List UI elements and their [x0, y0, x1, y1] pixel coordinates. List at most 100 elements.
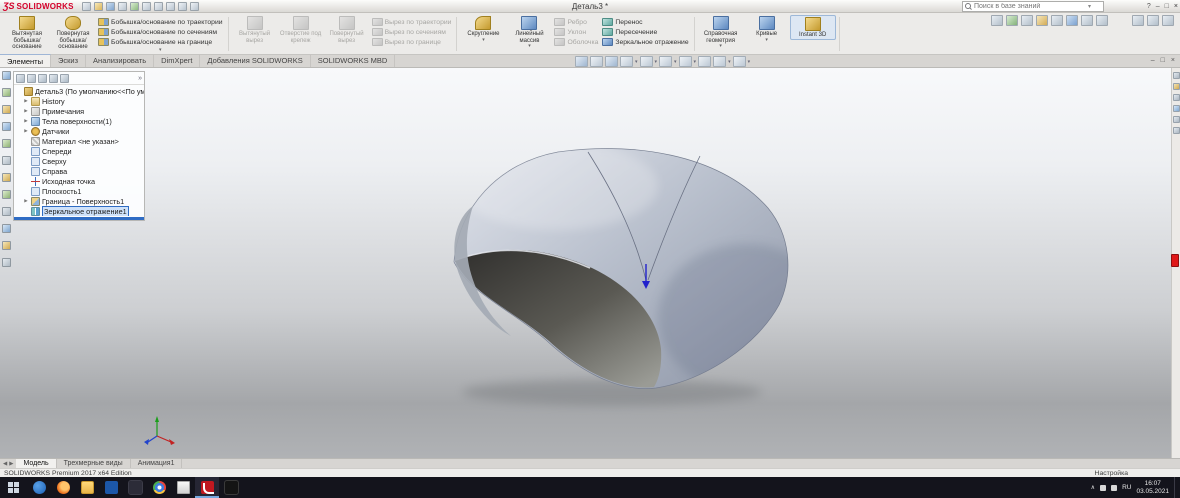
boss-stack-dropdown-icon[interactable]: ▾ [96, 47, 225, 53]
taskbar-clock[interactable]: 16:07 03.05.2021 [1136, 480, 1169, 495]
tree-item-origin[interactable]: Исходная точка [14, 176, 144, 186]
dimxpertmanager-tab-icon[interactable] [49, 73, 58, 83]
select-icon[interactable] [153, 1, 163, 11]
tray-expand-icon[interactable]: ∧ [1091, 484, 1095, 491]
fullscreen-icon[interactable] [1162, 15, 1174, 26]
swept-boss-button[interactable]: Бобышка/основание по траектории [96, 17, 225, 27]
intersect-button[interactable]: Пересечение [600, 27, 690, 37]
tree-item-history[interactable]: ▶ History [14, 96, 144, 106]
taskbar-chrome-icon[interactable] [147, 477, 171, 498]
annotation-view-icon[interactable] [1066, 15, 1078, 26]
file-explorer-panel-icon[interactable] [1172, 94, 1180, 101]
view-palette-icon[interactable] [1172, 105, 1180, 112]
customize-button[interactable]: Настройка [1095, 470, 1128, 477]
linear-pattern-button[interactable]: Линейный массив ▾ [506, 15, 552, 49]
open-icon[interactable] [93, 1, 103, 11]
restore-button[interactable]: □ [1165, 3, 1169, 10]
tree-item-surface-bodies[interactable]: ▶ Тела поверхности(1) [14, 116, 144, 126]
split-view-icon[interactable] [1132, 15, 1144, 26]
displaymanager-tab-icon[interactable] [60, 73, 69, 83]
pane-icon[interactable] [1147, 15, 1159, 26]
undo-icon[interactable] [129, 1, 139, 11]
display-settings-icon[interactable] [991, 15, 1003, 26]
zoom-fit-icon[interactable] [575, 56, 588, 67]
doc-close-icon[interactable]: × [1171, 57, 1175, 64]
dimension-tool-icon[interactable] [2, 105, 11, 114]
file-properties-icon[interactable] [177, 1, 187, 11]
configurationmanager-tab-icon[interactable] [38, 73, 47, 83]
measure-tool-icon[interactable] [2, 224, 11, 233]
mirror-button[interactable]: Зеркальное отражение [600, 37, 690, 47]
boundary-boss-button[interactable]: Бобышка/основание на границе [96, 37, 225, 47]
tree-item-annotations[interactable]: ▶ Примечания [14, 106, 144, 116]
pattern-dropdown-icon[interactable]: ▾ [528, 44, 531, 49]
tab-3d-views[interactable]: Трехмерные виды [57, 458, 131, 469]
taskbar-browser-icon[interactable] [27, 477, 51, 498]
tree-item-right-plane[interactable]: Справа [14, 166, 144, 176]
revolved-boss-button[interactable]: Повернутая бобышка/основание [50, 15, 96, 51]
fillet-dropdown-icon[interactable]: ▾ [482, 37, 485, 43]
pattern-tool-icon[interactable] [2, 207, 11, 216]
tab-dimxpert[interactable]: DimXpert [154, 54, 201, 67]
taskbar-file-explorer-icon[interactable] [75, 477, 99, 498]
surface-model[interactable] [453, 142, 834, 392]
start-button[interactable] [0, 477, 27, 498]
search-input[interactable] [974, 3, 1086, 10]
taskbar-documents-icon[interactable] [171, 477, 195, 498]
taskbar-app-icon[interactable] [123, 477, 147, 498]
tree-item-boundary-surface[interactable]: ▶ Граница - Поверхность1 [14, 196, 144, 206]
taskbar-solidworks-icon[interactable] [195, 477, 219, 498]
doc-minimize-icon[interactable]: – [1151, 57, 1155, 64]
tab-scroll-left-icon[interactable]: ◀ [3, 461, 7, 467]
appearance-tool-icon[interactable] [2, 258, 11, 267]
tree-item-mirror1[interactable]: Зеркальное отражение1 [14, 206, 144, 216]
doc-restore-icon[interactable]: □ [1161, 57, 1165, 64]
view-orientation-icon[interactable] [639, 56, 653, 67]
camera-icon[interactable] [1051, 15, 1063, 26]
convert-tool-icon[interactable] [2, 156, 11, 165]
tab-features[interactable]: Элементы [0, 54, 51, 67]
language-indicator[interactable]: RU [1122, 484, 1131, 491]
tree-item-top-plane[interactable]: Сверху [14, 156, 144, 166]
display-style-icon[interactable] [659, 56, 673, 67]
sketch-tool-icon[interactable] [2, 88, 11, 97]
tree-item-sensors[interactable]: ▶ Датчики [14, 126, 144, 136]
curves-dropdown-icon[interactable]: ▾ [765, 37, 768, 43]
curves-button[interactable]: Кривые ▾ [744, 15, 790, 43]
taskbar-firefox-icon[interactable] [51, 477, 75, 498]
tree-item-front-plane[interactable]: Спереди [14, 146, 144, 156]
save-icon[interactable] [105, 1, 115, 11]
rebuild-icon[interactable] [165, 1, 175, 11]
tab-mbd[interactable]: SOLIDWORKS MBD [311, 54, 396, 67]
tree-item-part-root[interactable]: Деталь3 (По умолчанию<<По умолч... [14, 86, 144, 96]
help-button[interactable]: ? [1147, 3, 1151, 10]
reference-geometry-button[interactable]: Справочная геометрия ▾ [698, 15, 744, 49]
select-tool-icon[interactable] [2, 71, 11, 80]
print-icon[interactable] [117, 1, 127, 11]
section-view-icon[interactable] [620, 56, 633, 67]
close-button[interactable]: × [1174, 3, 1178, 10]
tab-scroll-right-icon[interactable]: ▶ [9, 461, 13, 467]
propertymanager-tab-icon[interactable] [27, 73, 36, 83]
knowledge-search[interactable]: ▾ [962, 1, 1104, 12]
tab-animation1[interactable]: Анимация1 [131, 458, 183, 469]
network-icon[interactable] [1100, 484, 1107, 491]
minimize-button[interactable]: – [1156, 3, 1160, 10]
appearances-panel-icon[interactable] [1172, 116, 1180, 123]
volume-icon[interactable] [1111, 484, 1118, 491]
tab-model[interactable]: Модель [16, 458, 57, 469]
rollback-bar[interactable] [14, 217, 144, 220]
tab-evaluate[interactable]: Анализировать [86, 54, 155, 67]
scene-icon[interactable] [1036, 15, 1048, 26]
visibility-icon[interactable] [1006, 15, 1018, 26]
relation-tool-icon[interactable] [2, 122, 11, 131]
appearance-icon[interactable] [1021, 15, 1033, 26]
redo-icon[interactable] [141, 1, 151, 11]
apply-scene-icon[interactable] [713, 56, 727, 67]
hide-show-items-icon[interactable] [678, 56, 692, 67]
mirror-tool-icon[interactable] [2, 190, 11, 199]
view-settings-icon[interactable] [732, 56, 746, 67]
design-library-icon[interactable] [1172, 83, 1180, 90]
trim-tool-icon[interactable] [2, 139, 11, 148]
new-document-icon[interactable] [81, 1, 91, 11]
